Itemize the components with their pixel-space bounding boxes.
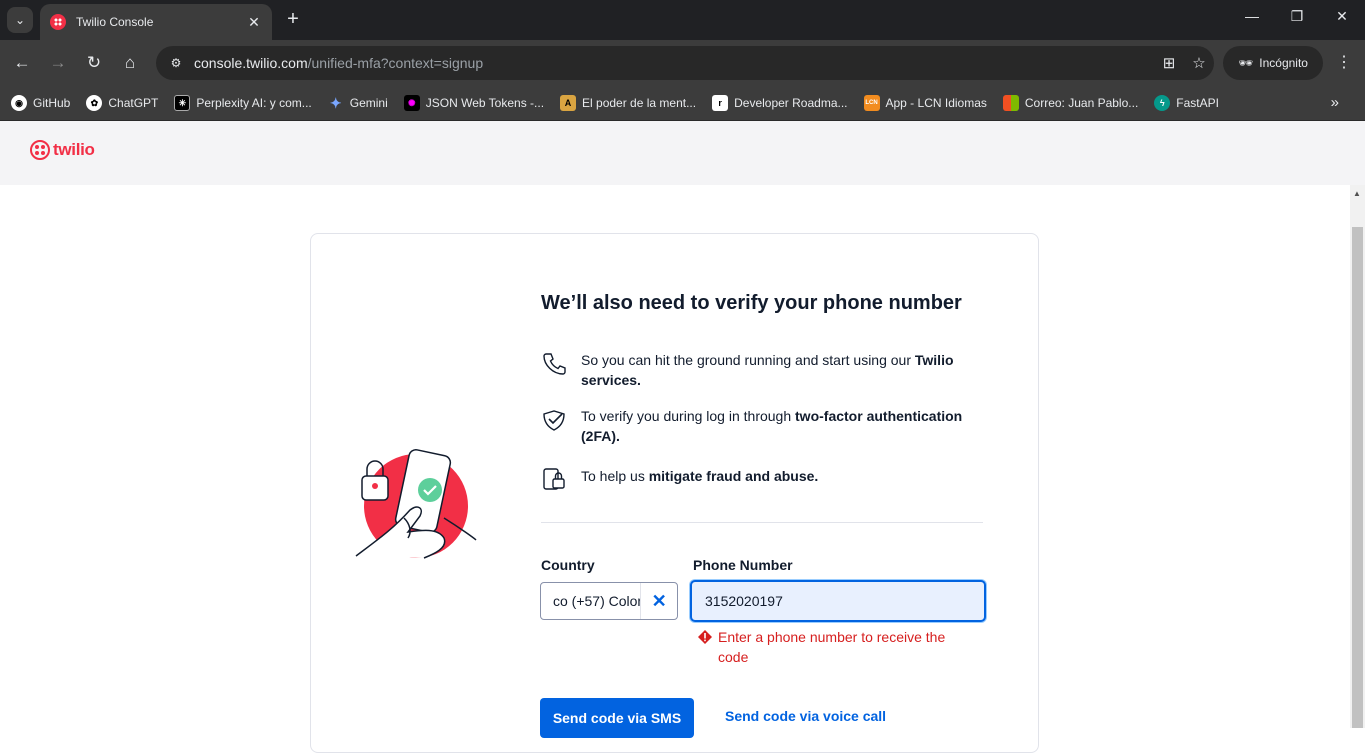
home-button[interactable]: ⌂: [118, 51, 142, 75]
browser-titlebar: ⌄ Twilio Console ✕ + — ❐ ✕: [0, 0, 1365, 40]
tab-title: Twilio Console: [76, 15, 154, 29]
phone-security-illustration: [355, 449, 477, 559]
phone-label: Phone Number: [693, 557, 793, 573]
jwt-icon: ✺: [403, 95, 420, 111]
section-divider: [541, 522, 983, 523]
browser-menu-icon[interactable]: ⋮: [1334, 52, 1354, 72]
country-label: Country: [541, 557, 595, 573]
github-icon: ◉: [11, 95, 27, 111]
twilio-logo[interactable]: twilio: [30, 140, 95, 160]
back-button[interactable]: ←: [10, 51, 34, 75]
address-bar[interactable]: ⚙ console.twilio.com/unified-mfa?context…: [156, 46, 1214, 80]
reason-text: To help us mitigate fraud and abuse.: [581, 468, 819, 484]
bookmark-github[interactable]: ◉ GitHub: [11, 95, 70, 111]
perplexity-icon: ✳: [174, 95, 191, 111]
minimize-button[interactable]: —: [1240, 8, 1264, 24]
phone-error-message: Enter a phone number to receive the code: [697, 627, 973, 667]
tab-close-icon[interactable]: ✕: [246, 14, 262, 31]
country-select[interactable]: co (+57) Colombia ✕: [540, 582, 678, 620]
reason-item-fraud: To help us mitigate fraud and abuse.: [541, 466, 981, 492]
clear-country-icon[interactable]: ✕: [640, 583, 677, 619]
bookmark-star-icon[interactable]: ☆: [1184, 54, 1214, 72]
phone-number-input[interactable]: 3152020197: [690, 580, 986, 622]
roadmap-icon: r: [712, 95, 729, 111]
browser-toolbar: ← → ↻ ⌂ ⚙ console.twilio.com/unified-mfa…: [0, 40, 1365, 86]
browser-tab[interactable]: Twilio Console ✕: [40, 4, 272, 40]
bookmarks-bar: ◉ GitHub ✿ ChatGPT ✳ Perplexity AI: y com..…: [0, 86, 1365, 121]
scroll-up-icon[interactable]: ▲: [1353, 189, 1361, 198]
book-icon: A: [560, 95, 577, 111]
bookmark-gemini[interactable]: ✦ Gemini: [328, 95, 388, 111]
reason-item-2fa: To verify you during log in through two-…: [541, 406, 981, 446]
page-scrollbar[interactable]: ▲: [1350, 185, 1365, 728]
bookmark-book[interactable]: A El poder de la ment...: [560, 95, 696, 111]
country-value[interactable]: co (+57) Colombia: [541, 593, 640, 609]
twilio-favicon-icon: [50, 14, 66, 30]
restore-button[interactable]: ❐: [1285, 8, 1309, 25]
phone-icon: [543, 353, 566, 375]
reason-text: So you can hit the ground running and st…: [581, 352, 954, 388]
translate-icon[interactable]: ⊞: [1154, 54, 1184, 72]
page-title: We’ll also need to verify your phone num…: [541, 292, 962, 314]
shield-check-icon: [543, 410, 565, 431]
forward-button[interactable]: →: [46, 51, 70, 75]
lcn-icon: LCN: [863, 95, 880, 111]
error-text: Enter a phone number to receive the code: [718, 629, 946, 665]
scroll-thumb[interactable]: [1352, 227, 1363, 728]
bookmark-fastapi[interactable]: ϟ FastAPI: [1154, 95, 1219, 111]
reason-item-services: So you can hit the ground running and st…: [541, 350, 981, 390]
twilio-logo-icon: [30, 140, 50, 160]
gemini-icon: ✦: [329, 94, 342, 111]
logo-text: twilio: [53, 140, 95, 159]
reload-button[interactable]: ↻: [82, 51, 106, 75]
incognito-icon: 🕶: [1238, 56, 1254, 70]
incognito-badge[interactable]: 🕶 Incógnito: [1223, 46, 1323, 80]
lock-document-icon: [543, 468, 565, 490]
bookmark-lcn[interactable]: LCN App - LCN Idiomas: [863, 95, 987, 111]
bookmark-jwt[interactable]: ✺ JSON Web Tokens -...: [403, 95, 544, 111]
chatgpt-icon: ✿: [86, 95, 103, 111]
bookmark-perplexity[interactable]: ✳ Perplexity AI: y com...: [174, 95, 312, 111]
more-bookmarks-icon[interactable]: »: [1331, 94, 1339, 111]
page-header: twilio: [0, 121, 1365, 185]
url-text[interactable]: console.twilio.com/unified-mfa?context=s…: [194, 55, 1154, 71]
tab-search-button[interactable]: ⌄: [7, 7, 33, 33]
new-tab-button[interactable]: +: [282, 8, 304, 30]
incognito-label: Incógnito: [1259, 56, 1308, 70]
bookmark-roadmap[interactable]: r Developer Roadma...: [712, 95, 848, 111]
send-sms-button[interactable]: Send code via SMS: [540, 698, 694, 738]
bookmark-outlook[interactable]: Correo: Juan Pablo...: [1002, 95, 1138, 111]
reason-text: To verify you during log in through two-…: [581, 408, 963, 444]
outlook-icon: [1002, 95, 1019, 111]
fastapi-icon: ϟ: [1154, 95, 1171, 111]
error-icon: [698, 630, 712, 644]
bookmark-chatgpt[interactable]: ✿ ChatGPT: [86, 95, 158, 111]
site-info-icon[interactable]: ⚙: [166, 56, 186, 70]
close-window-button[interactable]: ✕: [1330, 8, 1354, 25]
send-voice-call-button[interactable]: Send code via voice call: [725, 708, 886, 724]
